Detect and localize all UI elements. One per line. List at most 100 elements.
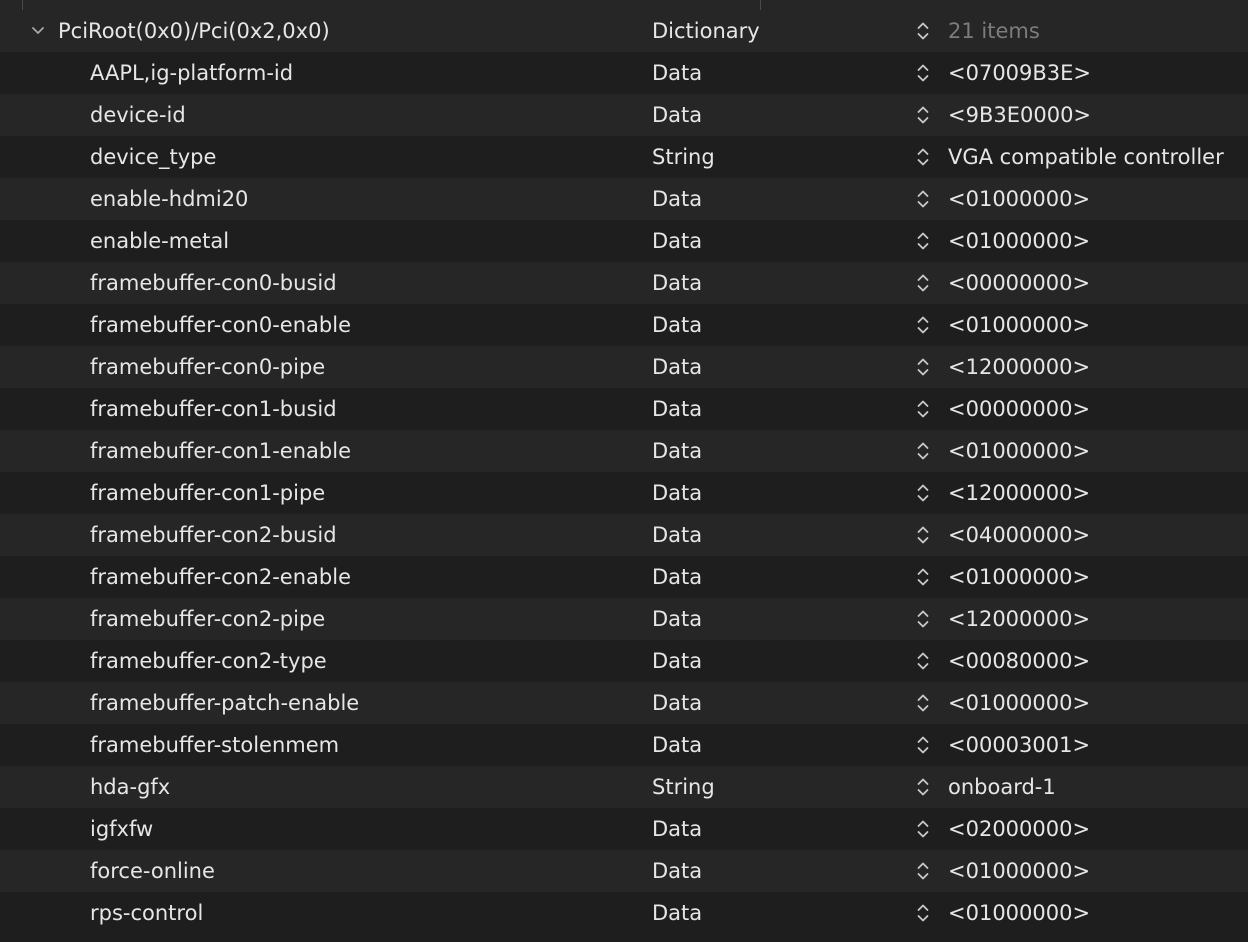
table-row[interactable]: rps-control Data <01000000> [0, 892, 1248, 934]
up-down-chevron-icon[interactable] [914, 598, 932, 640]
key-label[interactable]: framebuffer-con1-enable [90, 430, 351, 472]
type-label[interactable]: Data [652, 892, 702, 934]
type-label[interactable]: Data [652, 94, 702, 136]
table-row[interactable]: force-online Data <01000000> [0, 850, 1248, 892]
value-field[interactable]: <9B3E0000> [948, 94, 1091, 136]
type-label[interactable]: String [652, 766, 715, 808]
value-field[interactable]: <07009B3E> [948, 52, 1091, 94]
up-down-chevron-icon[interactable] [914, 766, 932, 808]
value-field[interactable]: <00080000> [948, 640, 1090, 682]
key-label[interactable]: framebuffer-con1-busid [90, 388, 337, 430]
table-row[interactable]: AAPL,ig-platform-id Data <07009B3E> [0, 52, 1248, 94]
type-label[interactable]: Data [652, 682, 702, 724]
table-row[interactable]: device_type String VGA compatible controll… [0, 136, 1248, 178]
up-down-chevron-icon[interactable] [914, 94, 932, 136]
root-type-label[interactable]: Dictionary [652, 10, 760, 52]
key-label[interactable]: hda-gfx [90, 766, 170, 808]
key-label[interactable]: framebuffer-con2-enable [90, 556, 351, 598]
up-down-chevron-icon[interactable] [914, 262, 932, 304]
type-label[interactable]: Data [652, 808, 702, 850]
value-field[interactable]: <12000000> [948, 598, 1090, 640]
key-label[interactable]: framebuffer-con1-pipe [90, 472, 325, 514]
key-label[interactable]: device-id [90, 94, 186, 136]
value-field[interactable]: onboard-1 [948, 766, 1056, 808]
type-label[interactable]: Data [652, 640, 702, 682]
key-label[interactable]: framebuffer-con0-busid [90, 262, 337, 304]
value-field[interactable]: <02000000> [948, 808, 1090, 850]
type-label[interactable]: Data [652, 430, 702, 472]
key-label[interactable]: rps-control [90, 892, 203, 934]
root-row[interactable]: PciRoot(0x0)/Pci(0x2,0x0) Dictionary 21 … [0, 10, 1248, 52]
value-field[interactable]: <01000000> [948, 682, 1090, 724]
key-label[interactable]: framebuffer-con2-busid [90, 514, 337, 556]
table-row[interactable]: framebuffer-con2-type Data <00080000> [0, 640, 1248, 682]
up-down-chevron-icon[interactable] [914, 514, 932, 556]
table-row[interactable]: framebuffer-con0-busid Data <00000000> [0, 262, 1248, 304]
type-label[interactable]: Data [652, 598, 702, 640]
key-label[interactable]: framebuffer-con0-pipe [90, 346, 325, 388]
table-row[interactable]: hda-gfx String onboard-1 [0, 766, 1248, 808]
type-label[interactable]: Data [652, 346, 702, 388]
up-down-chevron-icon[interactable] [914, 472, 932, 514]
table-row[interactable]: framebuffer-con0-pipe Data <12000000> [0, 346, 1248, 388]
table-row[interactable]: framebuffer-patch-enable Data <01000000> [0, 682, 1248, 724]
table-row[interactable]: igfxfw Data <02000000> [0, 808, 1248, 850]
key-label[interactable]: framebuffer-patch-enable [90, 682, 359, 724]
table-row[interactable]: enable-hdmi20 Data <01000000> [0, 178, 1248, 220]
value-field[interactable]: <01000000> [948, 556, 1090, 598]
type-label[interactable]: Data [652, 472, 702, 514]
up-down-chevron-icon[interactable] [914, 850, 932, 892]
up-down-chevron-icon[interactable] [914, 808, 932, 850]
table-row[interactable]: device-id Data <9B3E0000> [0, 94, 1248, 136]
chevron-down-icon[interactable] [29, 10, 47, 52]
key-label[interactable]: igfxfw [90, 808, 153, 850]
value-field[interactable]: <00000000> [948, 388, 1090, 430]
type-label[interactable]: Data [652, 52, 702, 94]
up-down-chevron-icon[interactable] [914, 178, 932, 220]
value-field[interactable]: <01000000> [948, 178, 1090, 220]
table-row[interactable]: framebuffer-con1-busid Data <00000000> [0, 388, 1248, 430]
key-label[interactable]: framebuffer-con2-type [90, 640, 327, 682]
type-label[interactable]: Data [652, 304, 702, 346]
type-label[interactable]: Data [652, 556, 702, 598]
key-label[interactable]: enable-metal [90, 220, 229, 262]
table-row[interactable]: framebuffer-con2-pipe Data <12000000> [0, 598, 1248, 640]
type-label[interactable]: Data [652, 262, 702, 304]
table-row[interactable]: framebuffer-con0-enable Data <01000000> [0, 304, 1248, 346]
up-down-chevron-icon[interactable] [914, 640, 932, 682]
key-label[interactable]: AAPL,ig-platform-id [90, 52, 293, 94]
type-label[interactable]: Data [652, 514, 702, 556]
type-label[interactable]: Data [652, 724, 702, 766]
up-down-chevron-icon[interactable] [914, 724, 932, 766]
value-field[interactable]: <12000000> [948, 346, 1090, 388]
key-label[interactable]: framebuffer-con2-pipe [90, 598, 325, 640]
root-key-label[interactable]: PciRoot(0x0)/Pci(0x2,0x0) [58, 10, 330, 52]
up-down-chevron-icon[interactable] [914, 52, 932, 94]
up-down-chevron-icon[interactable] [914, 892, 932, 934]
value-field[interactable]: <04000000> [948, 514, 1090, 556]
key-label[interactable]: framebuffer-con0-enable [90, 304, 351, 346]
type-label[interactable]: Data [652, 388, 702, 430]
up-down-chevron-icon[interactable] [914, 304, 932, 346]
key-label[interactable]: device_type [90, 136, 216, 178]
value-field[interactable]: <12000000> [948, 472, 1090, 514]
table-row[interactable]: enable-metal Data <01000000> [0, 220, 1248, 262]
value-field[interactable]: <01000000> [948, 430, 1090, 472]
type-label[interactable]: Data [652, 178, 702, 220]
table-row[interactable]: framebuffer-con1-enable Data <01000000> [0, 430, 1248, 472]
table-row[interactable]: framebuffer-stolenmem Data <00003001> [0, 724, 1248, 766]
table-row[interactable]: framebuffer-con1-pipe Data <12000000> [0, 472, 1248, 514]
value-field[interactable]: <00000000> [948, 262, 1090, 304]
value-field[interactable]: <01000000> [948, 892, 1090, 934]
value-field[interactable]: VGA compatible controller [948, 136, 1224, 178]
value-field[interactable]: <01000000> [948, 220, 1090, 262]
up-down-chevron-icon[interactable] [914, 10, 932, 52]
up-down-chevron-icon[interactable] [914, 556, 932, 598]
table-row[interactable]: framebuffer-con2-enable Data <01000000> [0, 556, 1248, 598]
type-label[interactable]: String [652, 136, 715, 178]
key-label[interactable]: enable-hdmi20 [90, 178, 248, 220]
key-label[interactable]: framebuffer-stolenmem [90, 724, 339, 766]
up-down-chevron-icon[interactable] [914, 388, 932, 430]
value-field[interactable]: <01000000> [948, 304, 1090, 346]
up-down-chevron-icon[interactable] [914, 682, 932, 724]
